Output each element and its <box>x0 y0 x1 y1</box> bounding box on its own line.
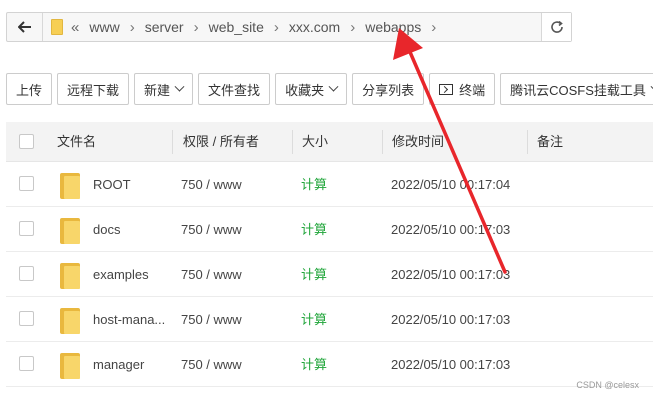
row-checkbox[interactable] <box>19 176 34 191</box>
terminal-icon <box>439 83 454 95</box>
breadcrumb-separator: › <box>193 18 199 36</box>
table-row[interactable]: host-mana... 750 / www 计算 2022/05/10 00:… <box>6 297 653 342</box>
watermark: CSDN @celesx <box>576 380 639 390</box>
table-row[interactable]: docs 750 / www 计算 2022/05/10 00:17:03 <box>6 207 653 252</box>
path-bar: « www › server › web_site › xxx.com › we… <box>6 12 572 42</box>
row-checkbox[interactable] <box>19 221 34 236</box>
size-calc-link[interactable]: 计算 <box>301 207 327 252</box>
permission-cell[interactable]: 750 / www <box>181 342 242 387</box>
permission-cell[interactable]: 750 / www <box>181 252 242 297</box>
remote-download-label: 远程下载 <box>67 82 120 98</box>
cosfs-tool-dropdown-button[interactable]: 腾讯云COSFS挂载工具 <box>500 73 653 105</box>
column-divider[interactable] <box>172 130 173 154</box>
permission-cell[interactable]: 750 / www <box>181 297 242 342</box>
breadcrumb: « www › server › web_site › xxx.com › we… <box>43 13 541 41</box>
select-all-checkbox[interactable] <box>19 134 34 149</box>
remote-download-button[interactable]: 远程下载 <box>57 73 130 105</box>
permission-cell[interactable]: 750 / www <box>181 207 242 252</box>
permission-cell[interactable]: 750 / www <box>181 162 242 207</box>
terminal-label: 终端 <box>459 82 486 98</box>
chevron-down-icon <box>328 81 339 92</box>
share-list-label: 分享列表 <box>362 82 415 98</box>
file-name-link[interactable]: manager <box>93 342 144 387</box>
folder-icon <box>60 353 80 379</box>
share-list-button[interactable]: 分享列表 <box>352 73 425 105</box>
file-search-button[interactable]: 文件查找 <box>198 73 271 105</box>
size-calc-link[interactable]: 计算 <box>301 162 327 207</box>
modified-time-cell: 2022/05/10 00:17:03 <box>391 357 511 372</box>
table-row[interactable]: examples 750 / www 计算 2022/05/10 00:17:0… <box>6 252 653 297</box>
row-checkbox[interactable] <box>19 266 34 281</box>
upload-button[interactable]: 上传 <box>6 73 53 105</box>
column-divider[interactable] <box>292 130 293 154</box>
folder-icon <box>60 308 80 334</box>
back-button[interactable] <box>7 13 43 41</box>
terminal-button[interactable]: 终端 <box>429 73 496 105</box>
file-search-label: 文件查找 <box>208 82 261 98</box>
file-name-link[interactable]: docs <box>93 207 120 252</box>
breadcrumb-item-current[interactable]: webapps <box>365 19 421 35</box>
size-calc-link[interactable]: 计算 <box>301 342 327 387</box>
modified-time-cell: 2022/05/10 00:17:04 <box>391 177 511 192</box>
toolbar: 上传 远程下载 新建 文件查找 收藏夹 分享列表 终端 腾讯云COSFS挂载工具 <box>6 73 653 105</box>
new-label: 新建 <box>144 82 171 98</box>
folder-icon <box>51 19 63 35</box>
column-divider[interactable] <box>382 130 383 154</box>
row-checkbox[interactable] <box>19 356 34 371</box>
favorites-dropdown-button[interactable]: 收藏夹 <box>275 73 348 105</box>
breadcrumb-separator: › <box>273 18 279 36</box>
column-header-permission[interactable]: 权限 / 所有者 <box>183 122 259 162</box>
modified-time-cell: 2022/05/10 00:17:03 <box>391 222 511 237</box>
refresh-icon <box>550 20 563 33</box>
table-row[interactable]: manager 750 / www 计算 2022/05/10 00:17:03 <box>6 342 653 387</box>
folder-icon <box>60 263 80 289</box>
arrow-left-icon <box>17 21 31 33</box>
folder-icon <box>60 218 80 244</box>
favorites-label: 收藏夹 <box>285 82 325 98</box>
modified-time-cell: 2022/05/10 00:17:03 <box>391 312 511 327</box>
breadcrumb-item[interactable]: xxx.com <box>289 19 340 35</box>
column-header-size[interactable]: 大小 <box>302 122 328 162</box>
breadcrumb-overflow[interactable]: « <box>71 19 79 36</box>
new-dropdown-button[interactable]: 新建 <box>134 73 194 105</box>
modified-time-cell: 2022/05/10 00:17:03 <box>391 267 511 282</box>
size-calc-link[interactable]: 计算 <box>301 252 327 297</box>
column-header-note: 备注 <box>537 134 564 149</box>
breadcrumb-separator: › <box>350 18 356 36</box>
table-header: 文件名 权限 / 所有者 大小 修改时间 备注 <box>6 122 653 162</box>
breadcrumb-item[interactable]: web_site <box>209 19 264 35</box>
file-name-link[interactable]: examples <box>93 252 149 297</box>
size-calc-link[interactable]: 计算 <box>301 297 327 342</box>
breadcrumb-separator: › <box>129 18 135 36</box>
breadcrumb-item[interactable]: www <box>89 19 119 35</box>
column-header-name[interactable]: 文件名 <box>57 122 96 162</box>
chevron-down-icon <box>174 81 185 92</box>
table-row[interactable]: ROOT 750 / www 计算 2022/05/10 00:17:04 <box>6 162 653 207</box>
column-divider[interactable] <box>527 130 528 154</box>
row-checkbox[interactable] <box>19 311 34 326</box>
column-header-modified-time[interactable]: 修改时间 <box>392 122 444 162</box>
breadcrumb-item[interactable]: server <box>145 19 184 35</box>
breadcrumb-separator: › <box>431 18 437 36</box>
file-name-link[interactable]: host-mana... <box>93 297 165 342</box>
folder-icon <box>60 173 80 199</box>
cosfs-label: 腾讯云COSFS挂载工具 <box>510 82 646 98</box>
file-name-link[interactable]: ROOT <box>93 162 131 207</box>
upload-label: 上传 <box>16 82 43 98</box>
refresh-button[interactable] <box>541 13 571 41</box>
